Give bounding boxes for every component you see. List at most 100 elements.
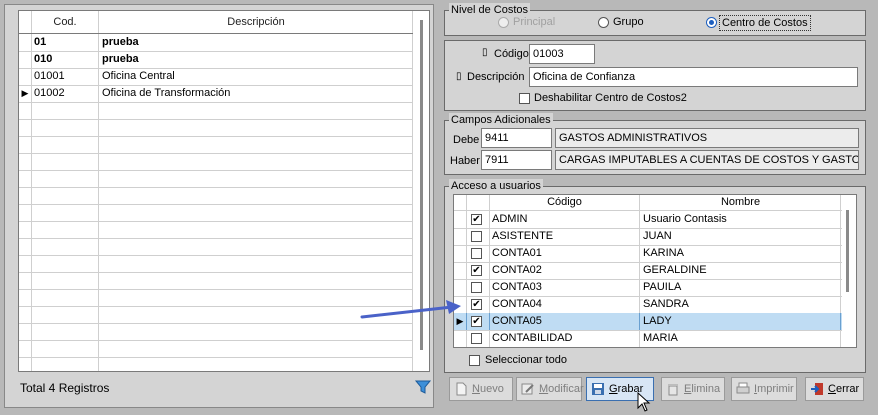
user-row[interactable]: CONTABILIDAD MARIA	[454, 330, 842, 347]
cell-user-code: CONTA04	[490, 296, 640, 313]
radio-grupo[interactable]	[598, 17, 609, 28]
cell-user-name: JUAN	[641, 228, 841, 245]
cell-user-name: MARIA	[641, 330, 841, 347]
modificar-button[interactable]: Modificar	[516, 377, 584, 401]
empty-row	[19, 238, 413, 256]
select-all-label: Seleccionar todo	[485, 354, 567, 366]
cell-user-name: PAUILA	[641, 279, 841, 296]
cell-description: Oficina Central	[100, 68, 413, 85]
user-row[interactable]: CONTA01 KARINA	[454, 245, 842, 263]
empty-row	[19, 204, 413, 222]
user-access-grid[interactable]: Código Nombre ✔ ADMIN Usuario Contasis ASIS…	[453, 194, 857, 348]
cell-user-code: CONTABILIDAD	[490, 330, 640, 347]
funnel-icon[interactable]	[414, 378, 432, 396]
save-disk-icon	[592, 383, 604, 395]
haber-label: Haber	[450, 155, 480, 167]
cell-user-name: LADY	[641, 313, 841, 330]
user-row[interactable]: ✔ ADMIN Usuario Contasis	[454, 211, 842, 229]
trash-icon	[668, 384, 678, 396]
scrollbar[interactable]	[420, 20, 423, 350]
empty-row	[19, 153, 413, 171]
col-header-description[interactable]: Descripción	[100, 11, 413, 33]
empty-row	[19, 119, 413, 137]
grid-header: Código Nombre	[454, 195, 842, 211]
cell-user-name: KARINA	[641, 245, 841, 262]
haber-code-input[interactable]: 7911	[481, 150, 552, 170]
row-pointer-icon: ▶	[454, 313, 467, 330]
user-access-checkbox[interactable]	[471, 231, 482, 242]
deshabilitar-checkbox[interactable]	[519, 93, 530, 104]
exit-door-icon	[811, 383, 823, 395]
col-header-code[interactable]: Cod.	[32, 11, 99, 33]
user-access-checkbox[interactable]: ✔	[471, 265, 482, 276]
printer-icon	[736, 382, 750, 394]
codigo-input[interactable]: 01003	[529, 44, 595, 64]
edit-icon	[521, 383, 534, 395]
grid-header: Cod. Descripción	[19, 11, 413, 34]
codigo-label: Código	[494, 48, 529, 60]
empty-row	[19, 357, 413, 371]
haber-description: CARGAS IMPUTABLES A CUENTAS DE COSTOS Y …	[555, 150, 859, 170]
cost-center-grid[interactable]: Cod. Descripción 01 prueba 010 prueba 01001 O…	[18, 10, 430, 372]
col-header-code[interactable]: Código	[490, 195, 640, 210]
table-row[interactable]: ▶ 01002 Oficina de Transformación	[19, 85, 413, 103]
empty-row	[19, 170, 413, 188]
col-header-name[interactable]: Nombre	[641, 195, 841, 210]
record-count: Total 4 Registros	[20, 381, 110, 395]
radio-principal-label: Principal	[513, 16, 556, 28]
user-row[interactable]: CONTA03 PAUILA	[454, 279, 842, 297]
radio-centro-de-costos[interactable]	[706, 17, 717, 28]
empty-row	[19, 255, 413, 273]
cell-code: 01	[32, 34, 99, 51]
deshabilitar-label: Deshabilitar Centro de Costos2	[534, 92, 687, 104]
cell-description: prueba	[100, 51, 413, 68]
scrollbar[interactable]	[846, 210, 849, 292]
cell-description: Oficina de Transformación	[100, 85, 413, 102]
table-row[interactable]: 01001 Oficina Central	[19, 68, 413, 86]
user-row[interactable]: ASISTENTE JUAN	[454, 228, 842, 246]
cell-user-name: GERALDINE	[641, 262, 841, 279]
user-row[interactable]: ✔ CONTA04 SANDRA	[454, 296, 842, 314]
select-all-checkbox[interactable]	[469, 355, 480, 366]
group-title: Campos Adicionales	[449, 113, 553, 127]
cerrar-button[interactable]: Cerrar	[805, 377, 864, 401]
elimina-button[interactable]: Elimina	[661, 377, 725, 401]
user-access-checkbox[interactable]: ✔	[471, 299, 482, 310]
debe-code-input[interactable]: 9411	[481, 128, 552, 148]
table-row[interactable]: 01 prueba	[19, 34, 413, 52]
cell-user-code: CONTA05	[490, 313, 640, 330]
descripcion-label: Descripción	[467, 71, 525, 83]
user-access-checkbox[interactable]	[471, 282, 482, 293]
user-row[interactable]: ✔ CONTA02 GERALDINE	[454, 262, 842, 280]
user-access-checkbox[interactable]: ✔	[471, 214, 482, 225]
empty-row	[19, 102, 413, 120]
descripcion-input[interactable]: Oficina de Confianza	[529, 67, 858, 87]
empty-row	[19, 221, 413, 239]
user-access-checkbox[interactable]: ✔	[471, 316, 482, 327]
cell-code: 010	[32, 51, 99, 68]
cell-code: 01001	[32, 68, 99, 85]
group-title: Acceso a usuarios	[449, 179, 543, 193]
nuevo-button[interactable]: Nuevo	[449, 377, 513, 401]
cell-user-name: Usuario Contasis	[641, 211, 841, 228]
empty-row	[19, 340, 413, 358]
table-row[interactable]: 010 prueba	[19, 51, 413, 69]
empty-row	[19, 289, 413, 307]
empty-row	[19, 272, 413, 290]
cell-user-code: CONTA03	[490, 279, 640, 296]
radio-centro-label: Centro de Costos	[719, 15, 811, 31]
user-access-checkbox[interactable]	[471, 248, 482, 259]
debe-label: Debe	[453, 134, 480, 146]
user-access-checkbox[interactable]	[471, 333, 482, 344]
cell-user-code: ASISTENTE	[490, 228, 640, 245]
radio-grupo-label: Grupo	[613, 16, 644, 28]
cell-user-code: CONTA02	[490, 262, 640, 279]
cell-description: prueba	[100, 34, 413, 51]
empty-row	[19, 323, 413, 341]
imprimir-button[interactable]: Imprimir	[731, 377, 797, 401]
user-row[interactable]: ▶ ✔ CONTA05 LADY	[454, 313, 842, 331]
cell-code: 01002	[32, 85, 99, 102]
radio-principal[interactable]	[498, 17, 509, 28]
empty-row	[19, 187, 413, 205]
cell-user-code: CONTA01	[490, 245, 640, 262]
